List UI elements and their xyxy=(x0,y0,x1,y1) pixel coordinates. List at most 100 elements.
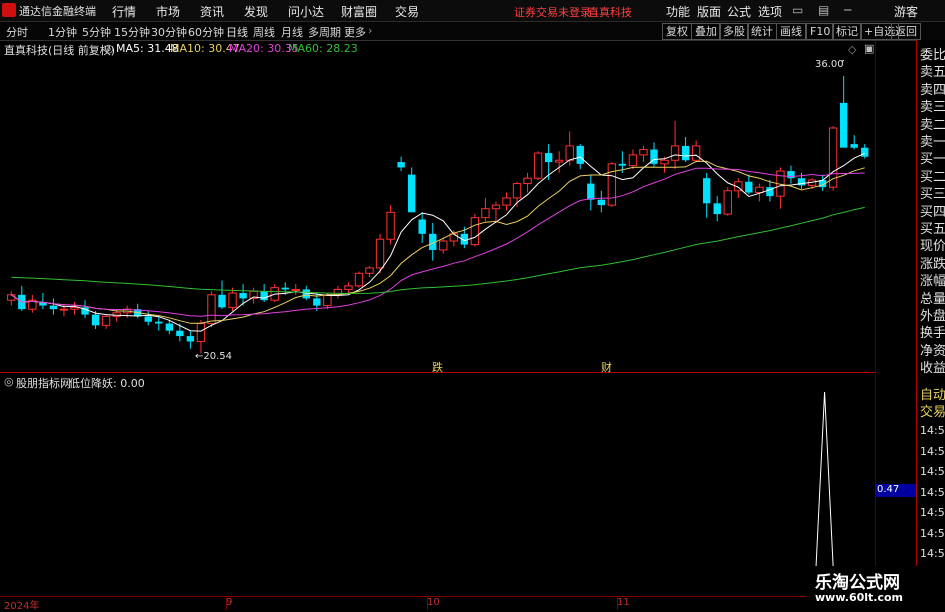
menu-quotes[interactable]: 行情 xyxy=(112,3,136,20)
sub-settings-icon[interactable]: ◎ xyxy=(4,375,14,388)
candle-body xyxy=(228,292,237,308)
period-toolbar: 分时 1分钟 5分钟 15分钟 30分钟 60分钟 日线 周线 月线 多周期 更… xyxy=(0,22,945,41)
panel-toggle-icon[interactable]: ▣ xyxy=(864,42,874,55)
period-weekly[interactable]: 周线 xyxy=(253,24,275,40)
candle-body xyxy=(502,197,511,206)
candle-body xyxy=(670,145,680,161)
tool-draw[interactable]: 画线 xyxy=(776,23,806,40)
x-tick xyxy=(427,597,428,610)
candle-body xyxy=(144,316,152,322)
period-30min[interactable]: 30分钟 xyxy=(151,24,187,40)
menu-trade[interactable]: 交易 xyxy=(395,3,419,20)
period-5min[interactable]: 5分钟 xyxy=(82,24,111,40)
tool-back[interactable]: 返回 xyxy=(891,23,921,40)
candle-body xyxy=(207,294,216,325)
period-60min[interactable]: 60分钟 xyxy=(188,24,224,40)
candle-body xyxy=(323,294,332,307)
menu-ask[interactable]: 问小达 xyxy=(288,3,324,20)
indicator-settings-icon[interactable]: ◎ xyxy=(104,42,114,55)
candle-body xyxy=(407,174,416,213)
tool-f10[interactable]: F10 xyxy=(806,23,835,40)
candle-body xyxy=(365,267,374,274)
menu-layout[interactable]: 版面 xyxy=(697,3,721,20)
period-15min[interactable]: 15分钟 xyxy=(114,24,150,40)
tool-overlay[interactable]: 叠加 xyxy=(691,23,721,40)
menu-function[interactable]: 功能 xyxy=(666,3,690,20)
quote-field-label: 收益 xyxy=(920,361,945,377)
x-label-year: 2024年 xyxy=(4,601,40,612)
trade-time: 14:56 xyxy=(920,506,945,519)
menu-news[interactable]: 资讯 xyxy=(200,3,224,20)
chevron-right-icon[interactable]: › xyxy=(368,24,372,37)
quote-field-label: 换手 xyxy=(920,326,945,342)
login-warning[interactable]: 证券交易未登录 xyxy=(514,4,591,20)
candle-body xyxy=(481,208,490,219)
candle-body xyxy=(375,238,385,269)
candle-body xyxy=(839,102,848,148)
candle-body xyxy=(660,159,669,165)
period-1min[interactable]: 1分钟 xyxy=(48,24,77,40)
candle-body xyxy=(702,178,711,204)
candle-body xyxy=(607,163,617,206)
ma5-line xyxy=(11,152,865,332)
main-chart[interactable]: 36.0034.0032.0030.0028.0026.0024.0022.00 xyxy=(0,40,876,373)
guest-label[interactable]: 游客 xyxy=(894,3,918,20)
tool-stats[interactable]: 统计 xyxy=(747,23,777,40)
candle-body xyxy=(618,163,627,166)
candle-body xyxy=(691,145,701,161)
ma60-line xyxy=(11,206,865,295)
sub-indicator-value: 低位降妖: 0.00 xyxy=(69,377,145,390)
candle-body xyxy=(628,154,638,167)
trade-time: 14:56 xyxy=(920,547,945,560)
period-multi[interactable]: 多周期 xyxy=(308,24,341,40)
candle-body xyxy=(281,287,289,290)
candle-body xyxy=(512,183,522,199)
candle-body xyxy=(397,162,405,168)
period-more[interactable]: 更多 xyxy=(344,24,366,40)
x-tick xyxy=(226,597,227,610)
menu-wealth[interactable]: 财富圈 xyxy=(341,3,377,20)
candle-body xyxy=(723,190,732,215)
marker-finance[interactable]: 财 xyxy=(601,359,612,375)
candle-body xyxy=(101,315,111,326)
quote-field-label: 总量 xyxy=(920,291,945,307)
menu-options[interactable]: 选项 xyxy=(758,3,782,20)
auto-trade-label[interactable]: 交易 xyxy=(920,401,945,420)
watermark-title: 乐淘公式网 xyxy=(815,573,900,593)
candle-body xyxy=(523,177,532,185)
tool-multi-stock[interactable]: 多股 xyxy=(719,23,749,40)
sub-chart[interactable]: 1.000.800.600.400.20 xyxy=(0,374,876,596)
menu-discover[interactable]: 发现 xyxy=(244,3,268,20)
trade-time: 14:56 xyxy=(920,444,945,458)
menu-formula[interactable]: 公式 xyxy=(727,3,751,20)
menu-market[interactable]: 市场 xyxy=(156,3,180,20)
skin-icon[interactable]: ▭ xyxy=(792,3,803,17)
app-title: 通达信金融终端 xyxy=(19,5,96,18)
marker-drop[interactable]: 跌 xyxy=(432,359,443,375)
minimize-icon[interactable]: ─ xyxy=(844,3,851,17)
tool-mark[interactable]: 标记 xyxy=(832,23,862,40)
candle-body xyxy=(7,294,16,301)
stock-name-top: 直真科技 xyxy=(588,6,632,19)
quote-field-label: 涨跌 xyxy=(920,256,945,272)
tool-adjust[interactable]: 复权 xyxy=(662,23,692,40)
candle-body xyxy=(418,219,426,234)
period-monthly[interactable]: 月线 xyxy=(281,24,303,40)
quote-field-label: 买一 xyxy=(920,152,945,168)
quote-field-label: 涨幅 xyxy=(920,274,945,290)
candle-body xyxy=(439,240,448,251)
diamond-icon[interactable]: ◇ xyxy=(848,43,856,56)
quote-field-label: 外盘 xyxy=(920,309,945,324)
period-daily[interactable]: 日线 xyxy=(226,24,248,40)
help-icon[interactable]: ▤ xyxy=(818,3,829,17)
candle-body xyxy=(354,272,364,287)
candle-body xyxy=(755,186,764,194)
candle-body xyxy=(587,183,595,200)
candle-body xyxy=(70,306,79,310)
period-tick[interactable]: 分时 xyxy=(6,24,28,40)
candle-body xyxy=(239,293,247,299)
candle-body xyxy=(186,336,195,342)
x-label-oct: 10 xyxy=(427,597,440,608)
quote-field-label: 买四 xyxy=(920,204,945,220)
quote-field-label: 买三 xyxy=(920,187,945,203)
